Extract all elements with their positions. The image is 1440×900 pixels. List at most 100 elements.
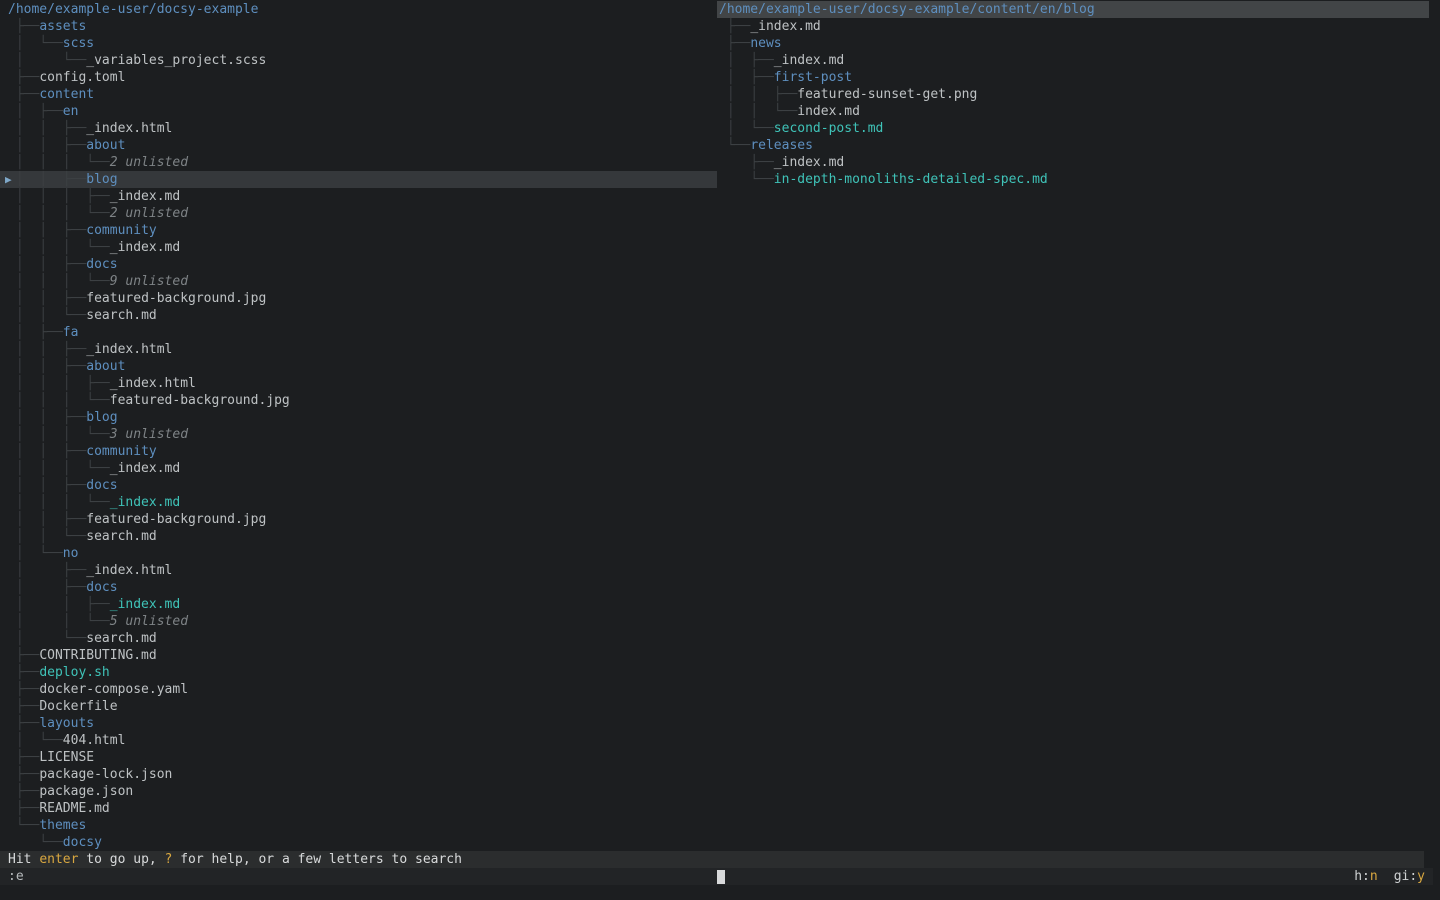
tree-row[interactable]: │ │ │ └──_index.md <box>0 239 717 256</box>
tree-row[interactable]: │ │ ├──blog <box>0 409 717 426</box>
tree-branch-lines: │ │ ├── <box>8 444 86 459</box>
entry-name: layouts <box>39 716 94 731</box>
tree-row[interactable]: └──in-depth-monoliths-detailed-spec.md <box>717 171 1429 188</box>
entry-name: _index.md <box>110 189 180 204</box>
tree-row[interactable]: │ │ └──5 unlisted <box>0 613 717 630</box>
tree-row[interactable]: ├──content <box>0 86 717 103</box>
toggle-flags: h:ngi:y <box>1354 868 1425 885</box>
entry-name: about <box>86 359 125 374</box>
tree-row[interactable]: ├──Dockerfile <box>0 698 717 715</box>
tree-row[interactable]: │ ├──fa <box>0 324 717 341</box>
tree-row[interactable]: │ └──search.md <box>0 630 717 647</box>
entry-name: assets <box>39 19 86 34</box>
status-text: to go up, <box>78 852 164 867</box>
tree-branch-lines: │ │ ├── <box>8 257 86 272</box>
tree-row[interactable]: ├──news <box>717 35 1429 52</box>
flag-value: y <box>1417 869 1425 884</box>
tree-branch-lines: │ ├── <box>8 580 86 595</box>
tree-row[interactable]: │ │ └──search.md <box>0 528 717 545</box>
tree-row[interactable]: │ │ ├──_index.html <box>0 341 717 358</box>
tree-row[interactable]: │ └──_variables_project.scss <box>0 52 717 69</box>
tree-row[interactable]: ├──CONTRIBUTING.md <box>0 647 717 664</box>
tree-row[interactable]: │ ├──first-post <box>717 69 1429 86</box>
tree-row[interactable]: │ │ ├──featured-background.jpg <box>0 511 717 528</box>
tree-branch-lines: └── <box>719 138 750 153</box>
right-panel-input[interactable]: h:ngi:y <box>716 868 1433 885</box>
tree-row[interactable]: ├──package-lock.json <box>0 766 717 783</box>
entry-name: index.md <box>797 104 860 119</box>
tree-row[interactable]: │ │ │ └──featured-background.jpg <box>0 392 717 409</box>
tree-row[interactable]: │ ├──_index.md <box>717 52 1429 69</box>
tree-row[interactable]: │ └──second-post.md <box>717 120 1429 137</box>
entry-name: package.json <box>39 784 133 799</box>
tree-row[interactable]: ├──_index.md <box>717 18 1429 35</box>
tree-row[interactable]: │ │ ├──_index.html <box>0 120 717 137</box>
tree-row[interactable]: │ │ ├──featured-background.jpg <box>0 290 717 307</box>
entry-name: docs <box>86 257 117 272</box>
tree-row[interactable]: │ │ ├──community <box>0 222 717 239</box>
tree-branch-lines: │ │ ├── <box>8 291 86 306</box>
tree-branch-lines: ├── <box>8 716 39 731</box>
tree-row[interactable]: │ │ │ └──_index.md <box>0 494 717 511</box>
tree-row[interactable]: │ │ │ ├──_index.html <box>0 375 717 392</box>
tree-row[interactable]: ├──config.toml <box>0 69 717 86</box>
flag-label: gi: <box>1394 869 1417 884</box>
tree-row[interactable]: │ └──404.html <box>0 732 717 749</box>
entry-name: _index.html <box>86 563 172 578</box>
tree-row[interactable]: └──releases <box>717 137 1429 154</box>
tree-branch-lines: │ │ ├── <box>8 342 86 357</box>
panel-root-path[interactable]: /home/example-user/docsy-example/content… <box>717 1 1429 18</box>
flag-value: n <box>1370 869 1378 884</box>
entry-name: blog <box>86 410 117 425</box>
entry-name: docsy <box>63 835 102 850</box>
tree-branch-lines: │ ├── <box>719 53 774 68</box>
tree-row[interactable]: │ ├──docs <box>0 579 717 596</box>
tree-row[interactable]: │ │ │ └──2 unlisted <box>0 205 717 222</box>
tree-row[interactable]: │ │ ├──docs <box>0 477 717 494</box>
tree-row[interactable]: │ │ │ └──_index.md <box>0 460 717 477</box>
tree-row[interactable]: ├──package.json <box>0 783 717 800</box>
tree-branch-lines: │ │ ├── <box>8 410 86 425</box>
tree-row[interactable]: │ │ └──search.md <box>0 307 717 324</box>
tree-row[interactable]: ▶ │ │ ├──blog <box>0 171 717 188</box>
tree-branch-lines: ├── <box>8 87 39 102</box>
entry-name: featured-background.jpg <box>86 291 266 306</box>
tree-row[interactable]: │ │ │ ├──_index.md <box>0 188 717 205</box>
tree-row[interactable]: │ │ ├──featured-sunset-get.png <box>717 86 1429 103</box>
panel-root-path[interactable]: /home/example-user/docsy-example <box>0 1 717 18</box>
tree-row[interactable]: │ │ │ └──2 unlisted <box>0 154 717 171</box>
tree-row[interactable]: │ │ │ └──9 unlisted <box>0 273 717 290</box>
tree-row[interactable]: ├──layouts <box>0 715 717 732</box>
tree-row[interactable]: └──docsy <box>0 834 717 851</box>
tree-row[interactable]: │ │ ├──_index.md <box>0 596 717 613</box>
tree-row[interactable]: │ │ └──index.md <box>717 103 1429 120</box>
tree-branch-lines: │ │ │ └── <box>8 461 110 476</box>
tree-row[interactable]: │ │ │ └──3 unlisted <box>0 426 717 443</box>
tree-row[interactable]: │ └──no <box>0 545 717 562</box>
entry-name: README.md <box>39 801 109 816</box>
tree-row[interactable]: ├──docker-compose.yaml <box>0 681 717 698</box>
tree-branch-lines: │ │ ├── <box>8 223 86 238</box>
entry-name: featured-background.jpg <box>110 393 290 408</box>
left-panel-input[interactable]: :e <box>0 868 716 885</box>
tree-row[interactable]: ├──assets <box>0 18 717 35</box>
tree-branch-lines: ├── <box>8 682 39 697</box>
tree-row[interactable]: ├──LICENSE <box>0 749 717 766</box>
tree-branch-lines: │ └── <box>8 631 86 646</box>
tree-row[interactable]: └──themes <box>0 817 717 834</box>
entry-name: 5 unlisted <box>110 614 188 629</box>
tree-branch-lines: │ │ │ └── <box>8 206 110 221</box>
tree-row[interactable]: ├──deploy.sh <box>0 664 717 681</box>
tree-row[interactable]: │ │ ├──docs <box>0 256 717 273</box>
tree-row[interactable]: │ ├──_index.html <box>0 562 717 579</box>
tree-row[interactable]: │ │ ├──about <box>0 358 717 375</box>
tree-row[interactable]: │ └──scss <box>0 35 717 52</box>
tree-row[interactable]: │ ├──en <box>0 103 717 120</box>
tree-row[interactable]: │ │ ├──about <box>0 137 717 154</box>
tree-branch-lines: │ │ ├── <box>8 121 86 136</box>
tree-row[interactable]: │ │ ├──community <box>0 443 717 460</box>
tree-row[interactable]: ├──_index.md <box>717 154 1429 171</box>
tree-row[interactable]: ├──README.md <box>0 800 717 817</box>
entry-name: docs <box>86 580 117 595</box>
entry-name: featured-sunset-get.png <box>797 87 977 102</box>
